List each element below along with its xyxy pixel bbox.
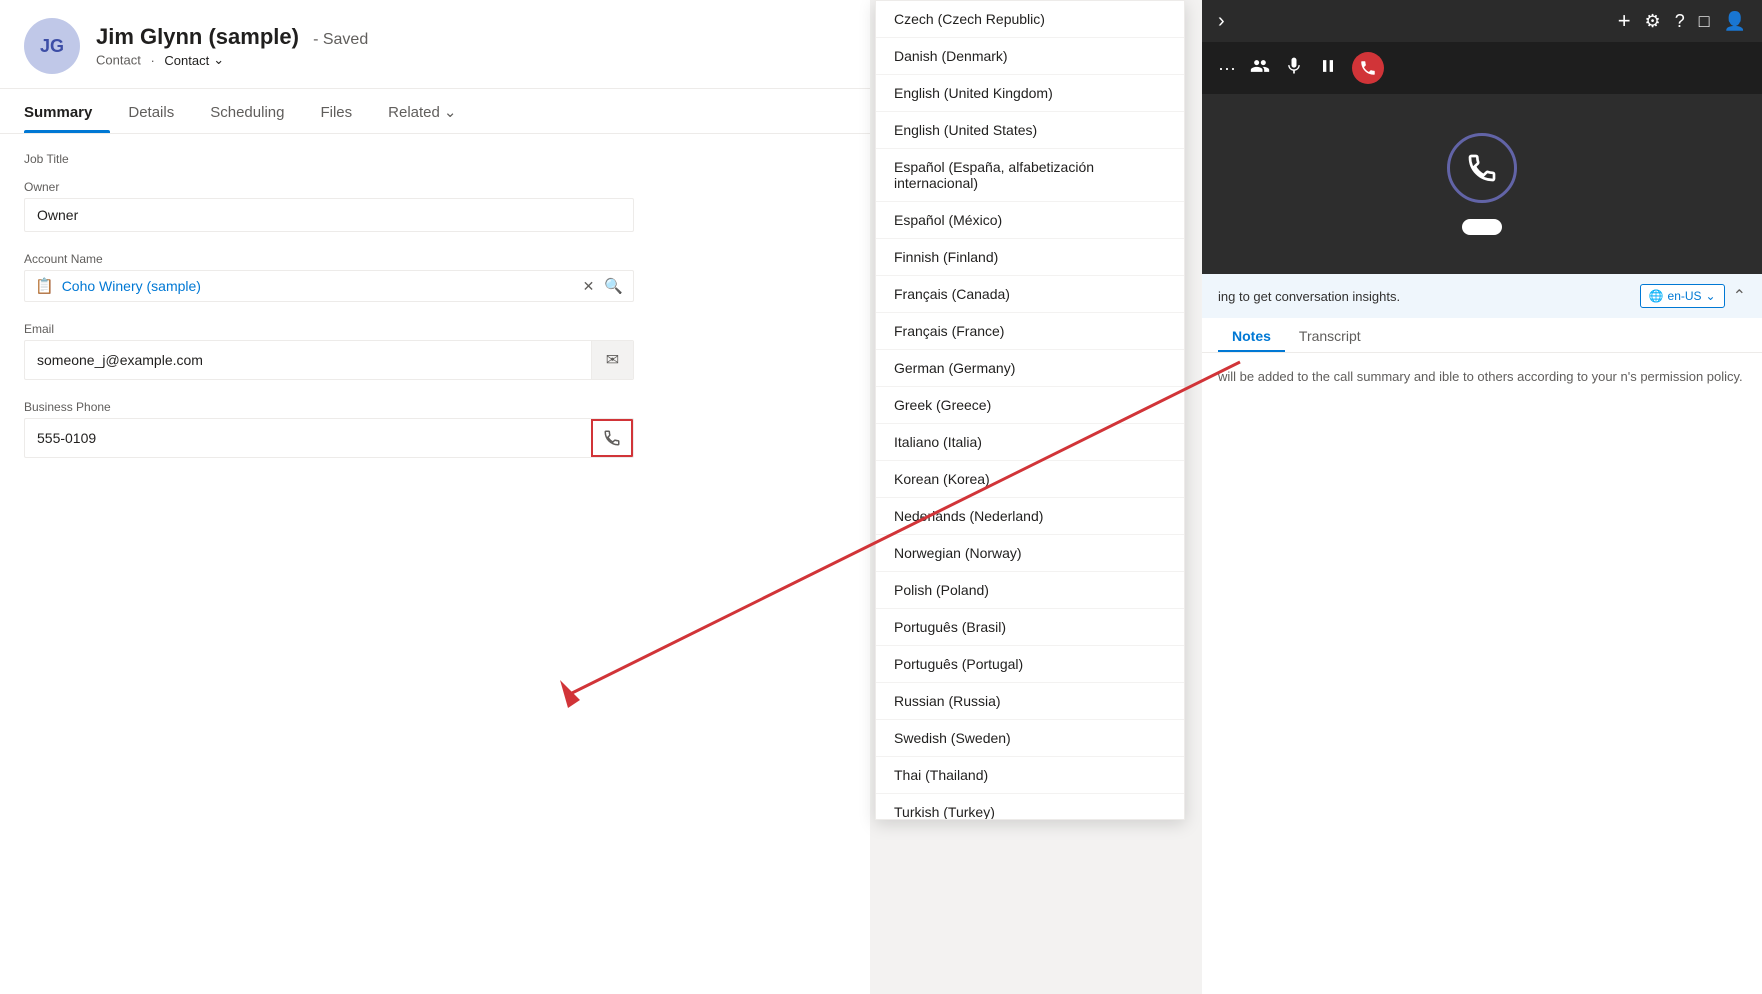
insights-text: ing to get conversation insights. bbox=[1218, 289, 1400, 304]
lang-item-dutch[interactable]: Nederlands (Nederland) bbox=[876, 498, 1184, 535]
participants-icon[interactable] bbox=[1250, 56, 1270, 81]
email-label: Email bbox=[24, 322, 846, 336]
collapse-icon[interactable]: ⌃ bbox=[1733, 286, 1746, 306]
contact-name: Jim Glynn (sample) bbox=[96, 24, 299, 49]
account-name-label: Account Name bbox=[24, 252, 846, 266]
contact-type-dropdown[interactable]: Contact ⌄ bbox=[164, 52, 224, 68]
tab-transcript[interactable]: Transcript bbox=[1285, 318, 1375, 352]
tab-details[interactable]: Details bbox=[110, 90, 192, 133]
lang-item-en-us[interactable]: English (United States) bbox=[876, 112, 1184, 149]
language-selector-button[interactable]: 🌐 en-US ⌄ bbox=[1640, 284, 1725, 308]
notes-content: will be added to the call summary and ib… bbox=[1202, 353, 1762, 994]
contact-title: Jim Glynn (sample) - Saved bbox=[96, 24, 368, 50]
avatar: JG bbox=[24, 18, 80, 74]
business-phone-field: Business Phone bbox=[24, 400, 846, 458]
lang-item-pt-portugal[interactable]: Português (Portugal) bbox=[876, 646, 1184, 683]
user-icon[interactable]: 👤 bbox=[1724, 11, 1746, 32]
lang-item-fr-canada[interactable]: Français (Canada) bbox=[876, 276, 1184, 313]
lang-item-czech[interactable]: Czech (Czech Republic) bbox=[876, 1, 1184, 38]
lang-item-turkish[interactable]: Turkish (Turkey) bbox=[876, 794, 1184, 820]
owner-value: Owner bbox=[37, 207, 78, 223]
chevron-right-icon[interactable]: › bbox=[1218, 10, 1225, 33]
subtitle-dot: · bbox=[150, 53, 154, 68]
language-dropdown: Czech (Czech Republic) Danish (Denmark) … bbox=[875, 0, 1185, 820]
owner-label: Owner bbox=[24, 180, 846, 194]
related-label: Related bbox=[388, 104, 440, 121]
call-visual-area bbox=[1202, 94, 1762, 274]
account-name-link[interactable]: Coho Winery (sample) bbox=[62, 278, 573, 294]
lang-item-finnish[interactable]: Finnish (Finland) bbox=[876, 239, 1184, 276]
tab-scheduling[interactable]: Scheduling bbox=[192, 90, 302, 133]
call-panel: › + ⚙ ? □ 👤 ··· bbox=[1202, 0, 1762, 994]
call-name-bar bbox=[1462, 219, 1502, 235]
saved-badge: - Saved bbox=[313, 31, 368, 48]
globe-icon: 🌐 bbox=[1649, 289, 1664, 303]
owner-field: Owner Owner bbox=[24, 180, 846, 232]
call-controls-bar: ··· bbox=[1202, 42, 1762, 94]
job-title-field: Job Title bbox=[24, 152, 846, 166]
feedback-icon[interactable]: □ bbox=[1699, 11, 1710, 32]
lang-item-pt-brazil[interactable]: Português (Brasil) bbox=[876, 609, 1184, 646]
phone-input[interactable] bbox=[25, 422, 591, 454]
contact-subtitle: Contact · Contact ⌄ bbox=[96, 52, 368, 68]
lang-item-fr-france[interactable]: Français (France) bbox=[876, 313, 1184, 350]
title-block: Jim Glynn (sample) - Saved Contact · Con… bbox=[96, 24, 368, 68]
crm-header: JG Jim Glynn (sample) - Saved Contact · … bbox=[0, 0, 870, 89]
crm-panel: JG Jim Glynn (sample) - Saved Contact · … bbox=[0, 0, 870, 994]
email-action-icon[interactable]: ✉ bbox=[591, 341, 633, 379]
subtitle-type2: Contact bbox=[164, 53, 209, 68]
business-phone-label: Business Phone bbox=[24, 400, 846, 414]
lang-item-korean[interactable]: Korean (Korea) bbox=[876, 461, 1184, 498]
lang-item-swedish[interactable]: Swedish (Sweden) bbox=[876, 720, 1184, 757]
pause-icon[interactable] bbox=[1318, 56, 1338, 81]
insights-banner: ing to get conversation insights. 🌐 en-U… bbox=[1202, 274, 1762, 318]
email-input-container: ✉ bbox=[24, 340, 634, 380]
call-ring-animation bbox=[1447, 133, 1517, 203]
lang-item-es-spain[interactable]: Español (España, alfabetización internac… bbox=[876, 149, 1184, 202]
lang-item-greek[interactable]: Greek (Greece) bbox=[876, 387, 1184, 424]
crm-tabs: Summary Details Scheduling Files Related… bbox=[0, 89, 870, 134]
account-icon: 📋 bbox=[35, 277, 54, 295]
call-topbar: › + ⚙ ? □ 👤 bbox=[1202, 0, 1762, 42]
email-input[interactable] bbox=[25, 344, 591, 376]
mic-icon[interactable] bbox=[1284, 56, 1304, 81]
crm-form: Job Title Owner Owner Account Name 📋 Coh… bbox=[0, 134, 870, 994]
account-name-input[interactable]: 📋 Coho Winery (sample) ✕ 🔍 bbox=[24, 270, 634, 302]
lang-item-thai[interactable]: Thai (Thailand) bbox=[876, 757, 1184, 794]
settings-icon[interactable]: ⚙ bbox=[1645, 11, 1661, 32]
lang-item-danish[interactable]: Danish (Denmark) bbox=[876, 38, 1184, 75]
tab-files[interactable]: Files bbox=[302, 90, 370, 133]
lang-chevron-icon: ⌄ bbox=[1706, 289, 1716, 303]
lang-item-norwegian[interactable]: Norwegian (Norway) bbox=[876, 535, 1184, 572]
job-title-label: Job Title bbox=[24, 152, 846, 166]
lang-item-polish[interactable]: Polish (Poland) bbox=[876, 572, 1184, 609]
lang-item-en-uk[interactable]: English (United Kingdom) bbox=[876, 75, 1184, 112]
language-code: en-US bbox=[1668, 289, 1702, 303]
lang-item-russian[interactable]: Russian (Russia) bbox=[876, 683, 1184, 720]
tab-related[interactable]: Related ⌄ bbox=[370, 89, 474, 133]
account-search-icon[interactable]: 🔍 bbox=[604, 277, 623, 295]
more-options-icon[interactable]: ··· bbox=[1218, 58, 1236, 79]
subtitle-type1: Contact bbox=[96, 53, 141, 68]
phone-call-button[interactable] bbox=[591, 419, 633, 457]
chevron-down-icon: ⌄ bbox=[213, 52, 224, 68]
account-clear-icon[interactable]: ✕ bbox=[583, 278, 595, 295]
owner-input[interactable]: Owner bbox=[24, 198, 634, 232]
related-chevron-icon: ⌄ bbox=[444, 103, 457, 121]
lang-item-italian[interactable]: Italiano (Italia) bbox=[876, 424, 1184, 461]
account-name-field: Account Name 📋 Coho Winery (sample) ✕ 🔍 bbox=[24, 252, 846, 302]
tab-summary[interactable]: Summary bbox=[24, 90, 110, 133]
plus-icon[interactable]: + bbox=[1618, 8, 1631, 34]
end-call-icon[interactable] bbox=[1352, 52, 1384, 84]
email-field: Email ✉ bbox=[24, 322, 846, 380]
tab-notes[interactable]: Notes bbox=[1218, 318, 1285, 352]
lang-item-german[interactable]: German (Germany) bbox=[876, 350, 1184, 387]
notes-tabs: Notes Transcript bbox=[1202, 318, 1762, 353]
lang-item-es-mexico[interactable]: Español (México) bbox=[876, 202, 1184, 239]
help-icon[interactable]: ? bbox=[1675, 11, 1685, 32]
phone-input-container bbox=[24, 418, 634, 458]
